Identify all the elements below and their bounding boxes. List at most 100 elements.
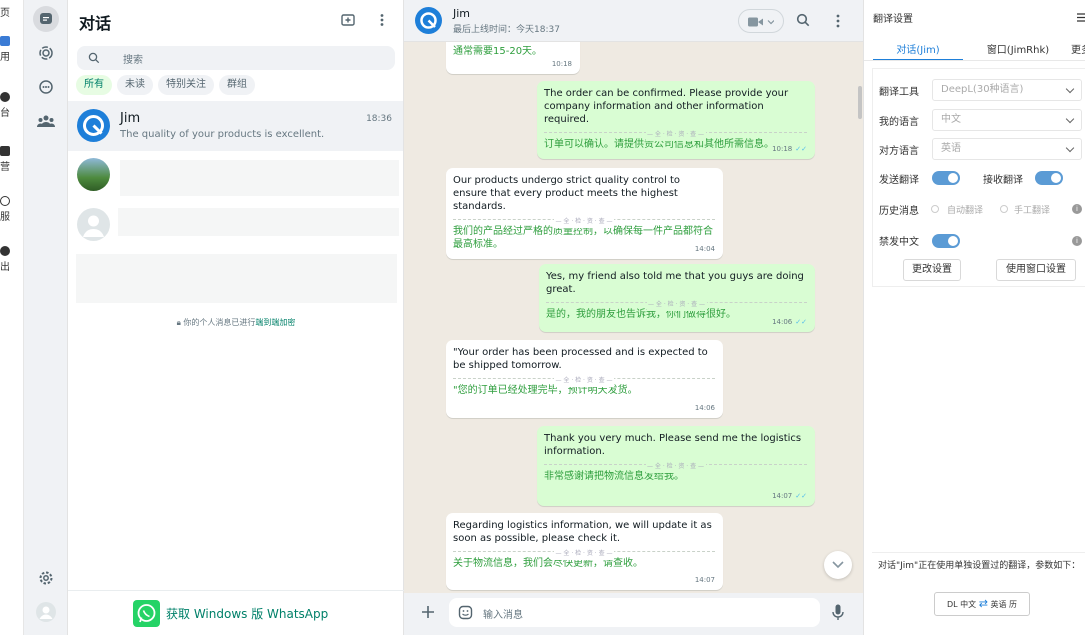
menu-icon[interactable]	[374, 12, 390, 31]
filter-unread[interactable]: 未读	[117, 75, 153, 95]
last-seen: 最后上线时间：今天18:37	[453, 25, 560, 35]
scroll-down-button[interactable]	[824, 551, 852, 579]
avatar	[77, 208, 110, 241]
nav-item-label: 页	[0, 8, 10, 19]
manual-translate-radio[interactable]	[1000, 205, 1008, 213]
auto-translate-radio[interactable]	[931, 205, 939, 213]
their-language-select[interactable]: 英语	[932, 138, 1082, 160]
info-icon[interactable]: i	[1072, 204, 1082, 214]
message-time: 14:06	[694, 404, 715, 412]
nav-item-exit[interactable]: 出	[0, 246, 23, 273]
app-rail	[24, 0, 68, 635]
chats-icon[interactable]	[33, 6, 59, 32]
avatar	[77, 158, 110, 191]
message-time-text: 10:18	[772, 145, 793, 153]
receive-translate-toggle[interactable]	[1035, 171, 1063, 185]
tab-conversation[interactable]: 对话(Jim)	[873, 41, 963, 56]
panel-title: 翻译设置	[873, 14, 913, 25]
download-bar[interactable]: 获取 Windows 版 WhatsApp	[68, 590, 404, 635]
use-window-settings-button[interactable]: 使用窗口设置	[996, 259, 1076, 281]
communities-icon[interactable]	[33, 108, 59, 134]
grid-icon	[0, 36, 10, 46]
nav-item-marketing[interactable]: 营	[0, 146, 23, 173]
message-time-text: 14:06	[772, 318, 793, 326]
divider-label: — 全 · 检 · 资 · 查 —	[646, 298, 707, 311]
receive-translate-label: 接收翻译	[983, 174, 1023, 186]
divider-label: — 全 · 检 · 资 · 查 —	[645, 460, 706, 473]
message-input[interactable]: 输入消息	[449, 598, 820, 627]
panel-tabs: 对话(Jim) 窗口(JimRhk) 更多	[864, 35, 1085, 61]
source-language: DL 中文	[946, 600, 977, 609]
filter-all[interactable]: 所有	[76, 75, 112, 95]
compose-bar: 输入消息	[404, 593, 863, 635]
user-icon	[0, 92, 10, 102]
status-icon[interactable]	[33, 40, 59, 66]
message-translation: 通常需要15-20天。	[453, 46, 543, 57]
message-input-placeholder: 输入消息	[483, 610, 523, 621]
tool-select[interactable]: DeepL(30种语言)	[932, 79, 1082, 101]
menu-icon[interactable]	[831, 13, 845, 29]
translation-divider: — 全 · 检 · 资 · 查 —	[453, 374, 715, 387]
footer-note: 对话"Jim"正在使用单独设置过的翻译，参数如下：	[878, 561, 1081, 571]
my-language-select[interactable]: 中文	[932, 109, 1082, 131]
avatar[interactable]	[415, 7, 442, 34]
scrollbar[interactable]	[858, 86, 862, 119]
message-time: 14:04	[694, 245, 715, 253]
encryption-link[interactable]: 端到端加密	[255, 318, 295, 327]
video-call-button[interactable]	[738, 9, 784, 33]
puzzle-icon	[0, 146, 10, 156]
auto-translate-label: 自动翻译	[947, 206, 984, 216]
block-chinese-toggle[interactable]	[932, 234, 960, 248]
chat-item-jim[interactable]: Jim 18:36 The quality of your products i…	[68, 101, 403, 151]
encryption-note: 🔒︎ 你的个人消息已进行端到端加密	[68, 317, 404, 328]
info-icon[interactable]: i	[1072, 236, 1082, 246]
nav-item-label: 用	[0, 52, 10, 63]
tab-window[interactable]: 窗口(JimRhk)	[968, 41, 1068, 56]
message-time: 10:18	[551, 60, 572, 68]
chat-time: 18:36	[366, 114, 392, 124]
power-icon	[0, 246, 10, 256]
new-chat-icon[interactable]	[340, 12, 356, 31]
sticker-icon[interactable]	[458, 605, 473, 620]
read-ticks-icon: ✓✓	[795, 492, 807, 500]
settings-footer: 对话"Jim"正在使用单独设置过的翻译，参数如下： DL 中文 ⇄ 英语 历	[872, 552, 1085, 635]
block-chinese-label: 禁发中文	[879, 236, 919, 248]
settings-card: 翻译工具 DeepL(30种语言) 我的语言 中文 对方语言 英语 发送翻译 接…	[872, 68, 1085, 287]
tab-more[interactable]: 更多	[1071, 41, 1085, 56]
service-icon	[0, 196, 10, 206]
read-ticks-icon: ✓✓	[795, 145, 807, 153]
message-text: The order can be confirmed. Please provi…	[544, 88, 789, 125]
chat-name: Jim	[120, 111, 141, 126]
plus-icon[interactable]	[421, 605, 435, 619]
contact-name: Jim	[453, 7, 471, 20]
chat-header[interactable]: Jim 最后上线时间：今天18:37	[404, 0, 863, 42]
translation-pair-pill[interactable]: DL 中文 ⇄ 英语 历	[934, 592, 1030, 616]
nav-item-label: 营	[0, 162, 10, 173]
filter-groups[interactable]: 群组	[219, 75, 255, 95]
message-time: 10:18 ✓✓	[772, 143, 807, 156]
filter-favorites[interactable]: 特别关注	[158, 75, 214, 95]
search-icon[interactable]	[796, 13, 810, 27]
download-link[interactable]: 获取 Windows 版 WhatsApp	[166, 605, 328, 622]
settings-icon[interactable]	[33, 565, 59, 591]
search-input[interactable]: 搜索	[123, 51, 143, 66]
nav-item-workspace[interactable]: 台	[0, 92, 23, 119]
channels-icon[interactable]	[33, 74, 59, 100]
nav-item-home[interactable]: 页	[0, 4, 23, 19]
change-settings-button[interactable]: 更改设置	[903, 259, 961, 281]
chat-list-panel: 对话 搜索 所有 未读 特别关注 群组 Jim 18:36 The qualit…	[68, 0, 404, 635]
search-box[interactable]: 搜索	[77, 46, 395, 70]
swap-icon: ⇄	[978, 597, 988, 610]
translation-divider: — 全 · 检 · 资 · 查 —	[544, 460, 807, 473]
nav-item-service[interactable]: 服	[0, 196, 23, 223]
message-bubble-outgoing: Yes, my friend also told me that you guy…	[539, 264, 815, 332]
chat-list-title: 对话	[79, 14, 112, 33]
profile-avatar[interactable]	[33, 599, 59, 625]
manual-translate-label: 手工翻译	[1014, 206, 1051, 216]
message-text: Yes, my friend also told me that you guy…	[546, 271, 804, 295]
nav-item-apps[interactable]: 用	[0, 36, 23, 63]
translation-divider: — 全 · 检 · 资 · 查 —	[453, 547, 715, 560]
send-translate-toggle[interactable]	[932, 171, 960, 185]
microphone-icon[interactable]	[832, 604, 844, 621]
hamburger-icon[interactable]	[1077, 13, 1085, 22]
